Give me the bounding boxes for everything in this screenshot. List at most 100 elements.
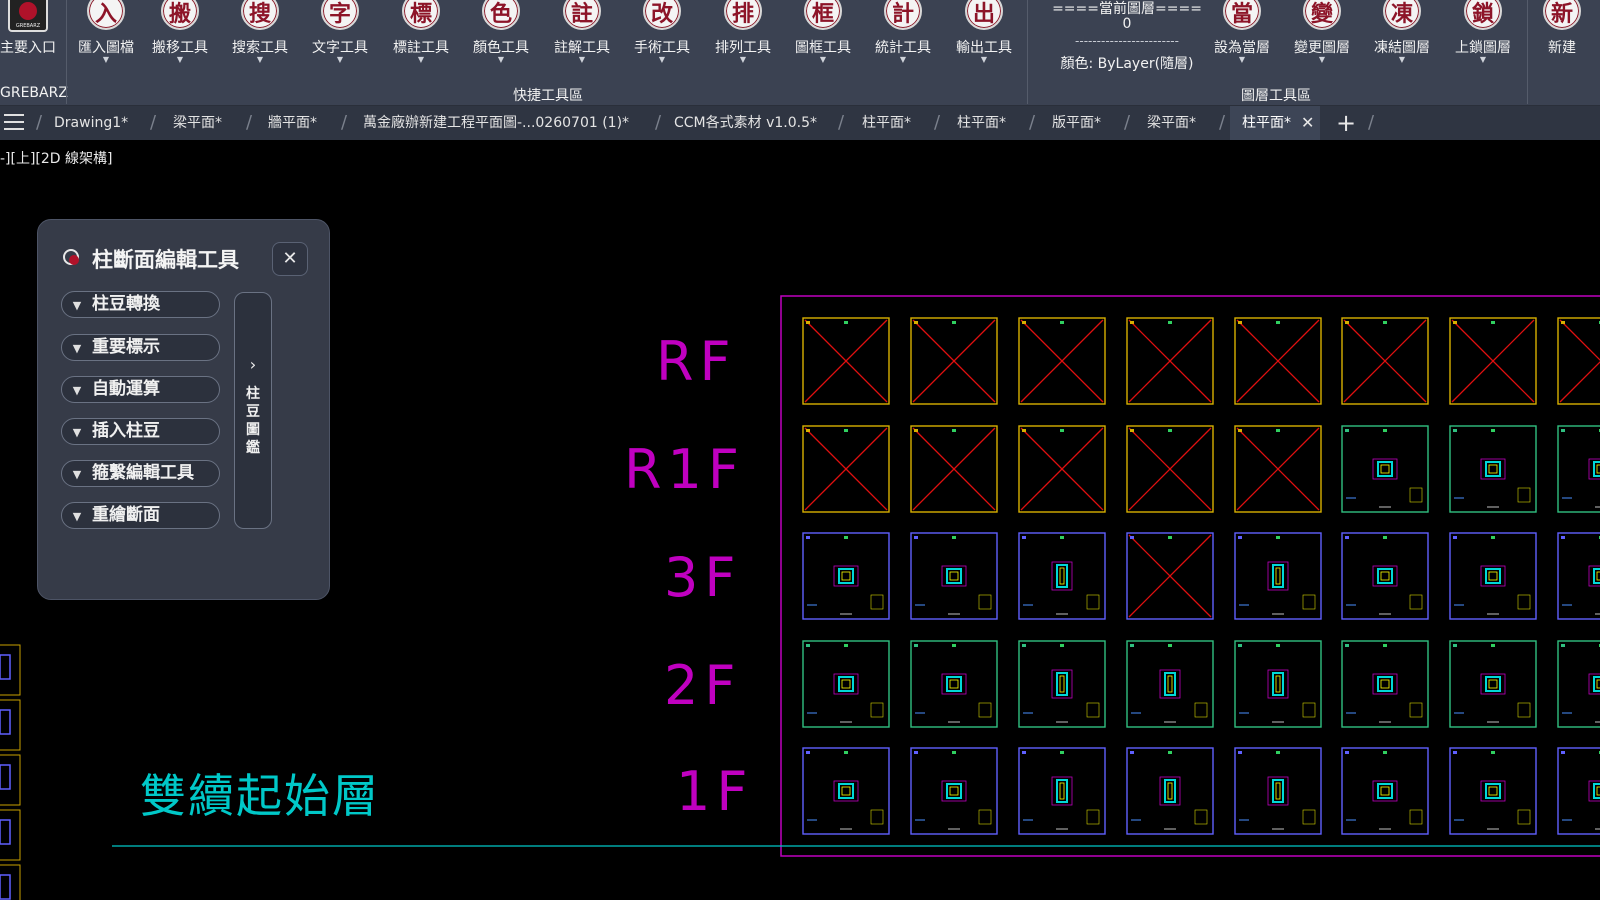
column-tie [949, 786, 959, 796]
quick-group-label: 快捷工具區 [513, 88, 583, 104]
chevron-down-icon[interactable]: ▼ [944, 55, 1024, 64]
current-layer-panel[interactable]: ====當前圖層==== 0 ------------------------ … [1032, 0, 1222, 78]
chevron-down-icon[interactable]: ▼ [1362, 55, 1442, 64]
layer-tool-new-layer-button[interactable]: 新新建 [1522, 0, 1600, 78]
tool-export-button[interactable]: 出輸出工具 ▼ [944, 0, 1024, 78]
cell-tag [806, 644, 810, 647]
menu-icon[interactable] [4, 114, 24, 130]
column-catalog-char: 圖 [246, 422, 260, 438]
column-cell-frame [1234, 532, 1322, 620]
logo-icon: GREBARZ [8, 0, 48, 32]
chevron-down-icon[interactable]: ▼ [140, 55, 220, 64]
rebar-note [1517, 809, 1531, 825]
column-cell-frame [802, 747, 890, 835]
rebar-note [1409, 809, 1423, 825]
tool-statistics-button[interactable]: 計統計工具 ▼ [863, 0, 943, 78]
palette-section-1[interactable]: ▼ 重要標示 [61, 334, 220, 361]
column-catalog-char: 柱 [246, 386, 260, 402]
tool-logo-button[interactable]: GREBARZ 主要入口 [0, 0, 68, 78]
cell-id [1060, 429, 1064, 432]
layer-tool-change-layer-button[interactable]: 變變更圖層 ▼ [1282, 0, 1362, 78]
column-section-editor-palette[interactable]: 柱斷面編輯工具 ✕ ▼ 柱豆轉換 ▼ 重要標示 ▼ 自動運算 ▼ 插入柱豆 ▼ 箍繫編輯工具 ▼ 重繪… [37, 219, 330, 600]
palette-section-3[interactable]: ▼ 插入柱豆 [61, 418, 220, 445]
layer-tool-freeze-layer-button[interactable]: 凍凍結圖層 ▼ [1362, 0, 1442, 78]
rebar-note [1194, 809, 1208, 825]
partial-column-section [0, 874, 11, 900]
tool-search-button[interactable]: 搜搜索工具 ▼ [220, 0, 300, 78]
chevron-down-icon: ▼ [72, 299, 82, 312]
tab-4[interactable]: CCM各式素材 v1.0.5* [674, 106, 817, 140]
tab-3[interactable]: 萬金廠辦新建工程平面圖-...0260701 (1)* [363, 106, 629, 140]
layer-tool-lock-layer-button[interactable]: 鎖上鎖圖層 ▼ [1443, 0, 1523, 78]
set-current-layer-icon: 當 [1223, 0, 1261, 30]
current-layer-divider: ------------------------ [1075, 34, 1179, 48]
cell-id [1383, 751, 1387, 754]
chevron-down-icon[interactable]: ▼ [863, 55, 943, 64]
palette-section-5[interactable]: ▼ 重繪斷面 [61, 502, 220, 529]
column-catalog-button[interactable]: › 柱豆圖鑑 [234, 292, 272, 529]
color-icon: 色 [482, 0, 520, 30]
tool-color-button[interactable]: 色顏色工具 ▼ [461, 0, 541, 78]
chevron-down-icon[interactable]: ▼ [703, 55, 783, 64]
column-rebar [1485, 676, 1501, 692]
tool-text-button[interactable]: 字文字工具 ▼ [300, 0, 380, 78]
tool-annotation-button[interactable]: 註註解工具 ▼ [542, 0, 622, 78]
chevron-down-icon[interactable]: ▼ [300, 55, 380, 64]
tool-label: 上鎖圖層 [1455, 40, 1511, 56]
column-rebar [838, 783, 854, 799]
column-cell-frame [910, 640, 998, 728]
cell-id [1383, 644, 1387, 647]
add-tab-icon[interactable]: + [1336, 108, 1356, 138]
chevron-down-icon[interactable]: ▼ [461, 55, 541, 64]
tool-label: 圖框工具 [795, 40, 851, 56]
tab-1[interactable]: 梁平面* [173, 106, 222, 140]
palette-section-4[interactable]: ▼ 箍繫編輯工具 [61, 460, 220, 487]
cell-id [1491, 536, 1495, 539]
tab-5[interactable]: 柱平面* [862, 106, 911, 140]
chevron-down-icon[interactable]: ▼ [783, 55, 863, 64]
tool-arrange-button[interactable]: 排排列工具 ▼ [703, 0, 783, 78]
cell-tag [1453, 429, 1457, 432]
tab-divider: / [1124, 112, 1131, 133]
empty-cell-cross [1559, 319, 1600, 361]
tab-8[interactable]: 梁平面* [1147, 106, 1196, 140]
tab-divider: / [150, 112, 157, 133]
close-tab-icon[interactable]: ✕ [1301, 113, 1314, 133]
cell-id [1060, 751, 1064, 754]
chevron-down-icon[interactable]: ▼ [381, 55, 461, 64]
tool-move-button[interactable]: 搬搬移工具 ▼ [140, 0, 220, 78]
chevron-down-icon[interactable]: ▼ [542, 55, 622, 64]
column-tie [1275, 782, 1281, 800]
chevron-down-icon[interactable]: ▼ [66, 55, 146, 64]
cell-id [1060, 321, 1064, 324]
tab-0[interactable]: Drawing1* [54, 106, 128, 140]
chevron-down-icon[interactable]: ▼ [1202, 55, 1282, 64]
tool-label: 顏色工具 [473, 40, 529, 56]
cell-tag [1345, 321, 1349, 324]
tool-import-button[interactable]: 入匯入圖檔 ▼ [66, 0, 146, 78]
cell-id [1168, 429, 1172, 432]
chevron-down-icon[interactable]: ▼ [220, 55, 300, 64]
cell-tag [806, 751, 810, 754]
tab-label: 梁平面* [173, 115, 222, 131]
tool-dimension-button[interactable]: 標標註工具 ▼ [381, 0, 461, 78]
tab-6[interactable]: 柱平面* [957, 106, 1006, 140]
column-cell-frame [1234, 747, 1322, 835]
close-icon[interactable]: ✕ [272, 242, 308, 276]
column-tie [1380, 464, 1390, 474]
palette-section-2[interactable]: ▼ 自動運算 [61, 376, 220, 403]
column-outline [1267, 561, 1289, 591]
chevron-down-icon[interactable]: ▼ [1443, 55, 1523, 64]
palette-section-0[interactable]: ▼ 柱豆轉換 [61, 291, 220, 318]
tool-edit-button[interactable]: 改手術工具 ▼ [622, 0, 702, 78]
layer-tool-set-current-layer-button[interactable]: 當設為當層 ▼ [1202, 0, 1282, 78]
chevron-down-icon[interactable]: ▼ [1282, 55, 1362, 64]
column-cell-frame [1126, 747, 1214, 835]
tab-divider: / [246, 112, 253, 133]
chevron-down-icon[interactable]: ▼ [622, 55, 702, 64]
cell-id [1276, 321, 1280, 324]
tab-2[interactable]: 牆平面* [268, 106, 317, 140]
tool-frame-button[interactable]: 框圖框工具 ▼ [783, 0, 863, 78]
cell-tag [1130, 536, 1134, 539]
tab-7[interactable]: 版平面* [1052, 106, 1101, 140]
